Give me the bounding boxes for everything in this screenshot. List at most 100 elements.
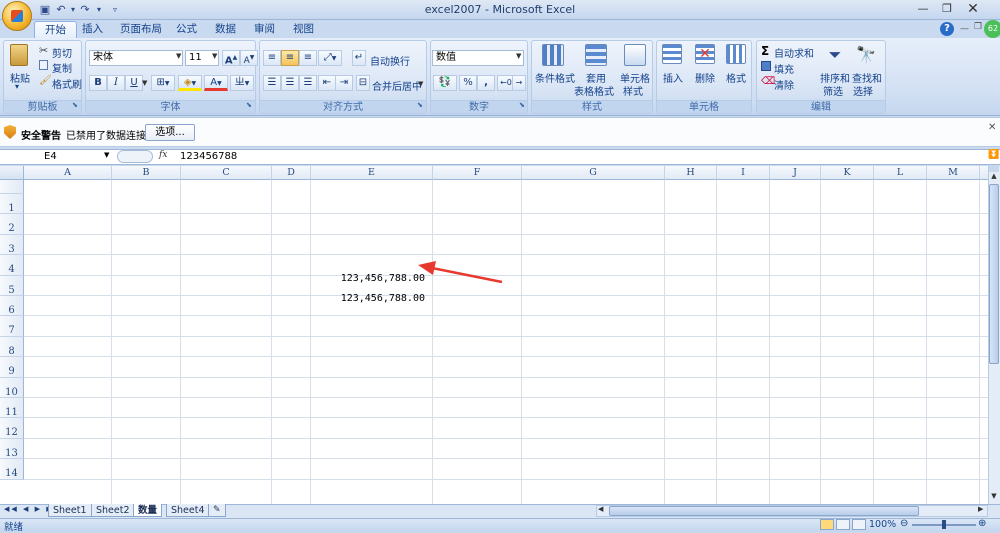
format-cells-button[interactable]: 格式 xyxy=(726,70,746,85)
format-painter-button[interactable]: 格式刷 xyxy=(52,76,82,91)
zoom-slider-handle[interactable] xyxy=(942,520,946,529)
underline-button[interactable]: U xyxy=(125,75,143,91)
zoom-in-icon[interactable]: ⊕ xyxy=(978,518,986,529)
align-bottom-button[interactable]: ≡ xyxy=(299,50,317,66)
italic-button[interactable]: I xyxy=(107,75,125,91)
decrease-indent-button[interactable]: ⇤ xyxy=(318,75,336,91)
paste-dropdown-icon[interactable]: ▾ xyxy=(15,82,19,91)
merge-dropdown-icon[interactable]: ▼ xyxy=(418,80,423,88)
row-header-4[interactable]: 4 xyxy=(0,255,24,276)
clipboard-launcher-icon[interactable]: ⬊ xyxy=(72,101,78,109)
horizontal-scroll-thumb[interactable] xyxy=(609,506,919,516)
row-header-7[interactable]: 7 xyxy=(0,316,24,337)
borders-button[interactable]: ⊞▼ xyxy=(151,75,175,91)
name-box[interactable]: E4 xyxy=(2,150,114,164)
normal-view-icon[interactable] xyxy=(820,519,834,530)
row-header-10[interactable]: 10 xyxy=(0,377,24,398)
tab-insert[interactable]: 插入 xyxy=(72,21,113,38)
align-middle-button[interactable]: ≡ xyxy=(281,50,299,66)
phonetic-button[interactable]: ㄓ▼ xyxy=(230,75,254,91)
sheet-tab-sheet1[interactable]: Sheet1 xyxy=(48,504,92,517)
row-header-13[interactable]: 13 xyxy=(0,438,24,460)
conditional-format-button[interactable]: 条件格式 xyxy=(535,70,575,85)
zoom-level[interactable]: 100% xyxy=(869,519,896,530)
comma-button[interactable]: , xyxy=(477,75,495,91)
select-all-corner[interactable] xyxy=(0,166,24,180)
formula-input[interactable]: 123456788 xyxy=(180,151,237,162)
column-header-a[interactable]: A xyxy=(24,166,112,180)
sheet-tab-sheet4[interactable]: Sheet4 xyxy=(166,504,210,517)
office-button[interactable] xyxy=(2,1,32,31)
merge-center-button[interactable]: 合并后居中 xyxy=(372,78,422,93)
vertical-scroll-thumb[interactable] xyxy=(989,184,999,364)
orientation-button[interactable]: ⤢▼ xyxy=(318,50,342,66)
font-name-dropdown-icon[interactable]: ▼ xyxy=(176,52,181,60)
page-break-view-icon[interactable] xyxy=(852,519,866,530)
tab-home[interactable]: 开始 xyxy=(34,21,77,38)
row-header-2[interactable]: 2 xyxy=(0,214,24,235)
tab-page-layout[interactable]: 页面布局 xyxy=(110,21,172,38)
scroll-left-icon[interactable]: ◀ xyxy=(598,505,603,513)
align-right-button[interactable]: ☰ xyxy=(299,75,317,91)
help-icon[interactable]: ? xyxy=(940,22,954,36)
format-as-table-button[interactable]: 表格格式 xyxy=(574,83,614,98)
expand-formula-bar-icon[interactable]: ⏬ xyxy=(988,150,999,160)
row-header-1[interactable]: 1 xyxy=(0,194,24,215)
column-header-m[interactable]: M xyxy=(927,166,980,180)
sort-filter-button[interactable]: 筛选 xyxy=(823,83,843,98)
paste-button[interactable]: 粘贴 xyxy=(10,70,30,85)
font-name-input[interactable]: 宋体 xyxy=(89,50,183,66)
tab-data[interactable]: 数据 xyxy=(205,21,246,38)
scroll-up-icon[interactable]: ▲ xyxy=(989,172,999,184)
row-header-14[interactable]: 14 xyxy=(0,459,24,480)
ribbon-restore-icon[interactable]: ❐ xyxy=(974,22,982,32)
scroll-right-icon[interactable]: ▶ xyxy=(978,505,983,513)
row-header-5[interactable]: 5 xyxy=(0,275,24,296)
name-box-dropdown-icon[interactable]: ▼ xyxy=(104,151,109,159)
column-header-d[interactable]: D xyxy=(272,166,311,180)
alignment-launcher-icon[interactable]: ⬊ xyxy=(417,101,423,109)
insert-function-icon[interactable]: fx xyxy=(159,150,167,160)
wrap-text-button[interactable]: 自动换行 xyxy=(370,53,410,68)
close-icon[interactable]: ✕ xyxy=(962,2,984,16)
restore-icon[interactable]: ❐ xyxy=(936,2,958,16)
fill-button[interactable]: 填充 xyxy=(774,61,794,76)
align-left-button[interactable]: ☰ xyxy=(263,75,281,91)
align-top-button[interactable]: ≡ xyxy=(263,50,281,66)
row-header-12[interactable]: 12 xyxy=(0,418,24,439)
page-layout-view-icon[interactable] xyxy=(836,519,850,530)
font-color-button[interactable]: A▼ xyxy=(204,75,228,91)
tab-formulas[interactable]: 公式 xyxy=(166,21,207,38)
bold-button[interactable]: B xyxy=(89,75,107,91)
insert-sheet-icon[interactable]: ✎ xyxy=(208,504,226,517)
sheet-tab-sheet2[interactable]: Sheet2 xyxy=(91,504,135,517)
decrease-decimal-button[interactable]: → xyxy=(512,75,526,91)
copy-button[interactable]: 复制 xyxy=(52,60,72,75)
cut-button[interactable]: 剪切 xyxy=(52,45,72,60)
underline-dropdown-icon[interactable]: ▼ xyxy=(142,79,147,87)
cell-e5[interactable]: 123,456,788.00 xyxy=(311,293,425,304)
column-header-j[interactable]: J xyxy=(770,166,821,180)
column-header-l[interactable]: L xyxy=(874,166,927,180)
cell-e4[interactable]: 123,456,788.00 xyxy=(311,273,425,284)
clear-button[interactable]: 清除 xyxy=(774,77,794,92)
column-header-n[interactable]: N xyxy=(980,166,988,180)
fill-color-button[interactable]: ◈▼ xyxy=(178,75,202,91)
autosum-button[interactable]: 自动求和 xyxy=(774,45,814,60)
column-header-g[interactable]: G xyxy=(522,166,665,180)
grow-font-button[interactable]: A▲ xyxy=(222,50,240,66)
increase-indent-button[interactable]: ⇥ xyxy=(335,75,353,91)
column-header-e[interactable]: E xyxy=(311,166,433,180)
column-header-k[interactable]: K xyxy=(821,166,874,180)
row-header-8[interactable]: 8 xyxy=(0,336,24,358)
cell-styles-button[interactable]: 样式 xyxy=(623,83,643,98)
delete-cells-button[interactable]: 删除 xyxy=(695,70,715,85)
minimize-icon[interactable]: — xyxy=(912,2,934,16)
paste-icon[interactable] xyxy=(10,44,28,66)
zoom-out-icon[interactable]: ⊖ xyxy=(900,518,908,529)
sheet-tab-active[interactable]: 数量 xyxy=(133,504,163,517)
security-options-button[interactable]: 选项... xyxy=(145,124,195,141)
row-header-9[interactable]: 9 xyxy=(0,357,24,378)
align-center-button[interactable]: ☰ xyxy=(281,75,299,91)
font-launcher-icon[interactable]: ⬊ xyxy=(246,101,252,109)
